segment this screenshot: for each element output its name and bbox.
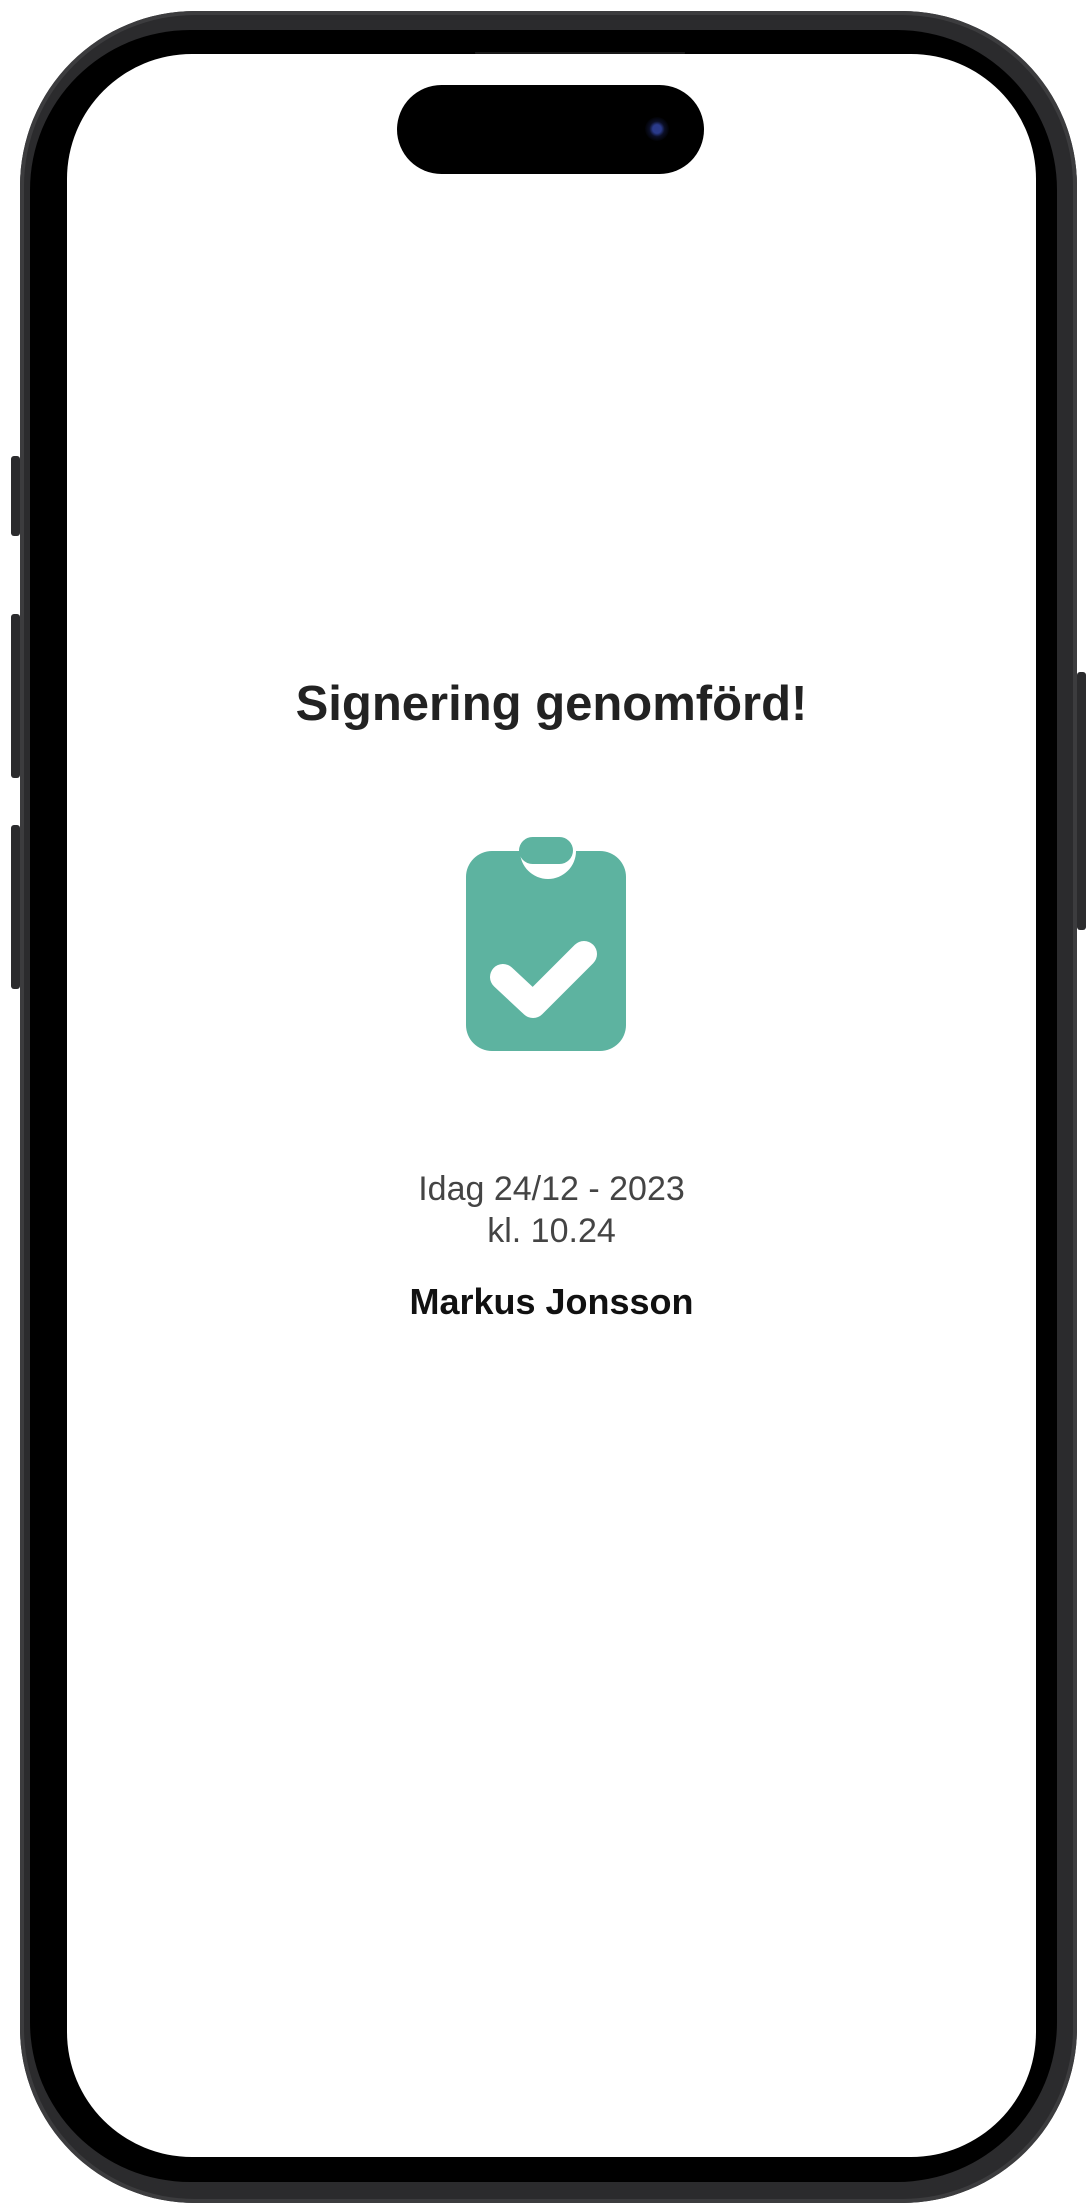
action-button <box>11 456 20 536</box>
power-button <box>1077 672 1086 930</box>
signing-date: Idag 24/12 - 2023 <box>418 1170 685 1208</box>
clipboard-clip <box>519 837 573 864</box>
phone-screen: Signering genomförd! Idag 24/12 - 2023 k… <box>67 54 1036 2157</box>
volume-down-button <box>11 825 20 989</box>
clipboard-body <box>466 851 626 1051</box>
signing-datetime: Idag 24/12 - 2023 kl. 10.24 <box>67 1168 1036 1252</box>
clipboard-check-icon <box>466 837 626 1051</box>
signer-name: Markus Jonsson <box>409 1281 694 1322</box>
page-title: Signering genomförd! <box>295 677 808 731</box>
dynamic-island <box>397 85 704 174</box>
signing-time: kl. 10.24 <box>487 1212 616 1250</box>
volume-up-button <box>11 614 20 778</box>
front-camera-icon <box>645 117 669 141</box>
